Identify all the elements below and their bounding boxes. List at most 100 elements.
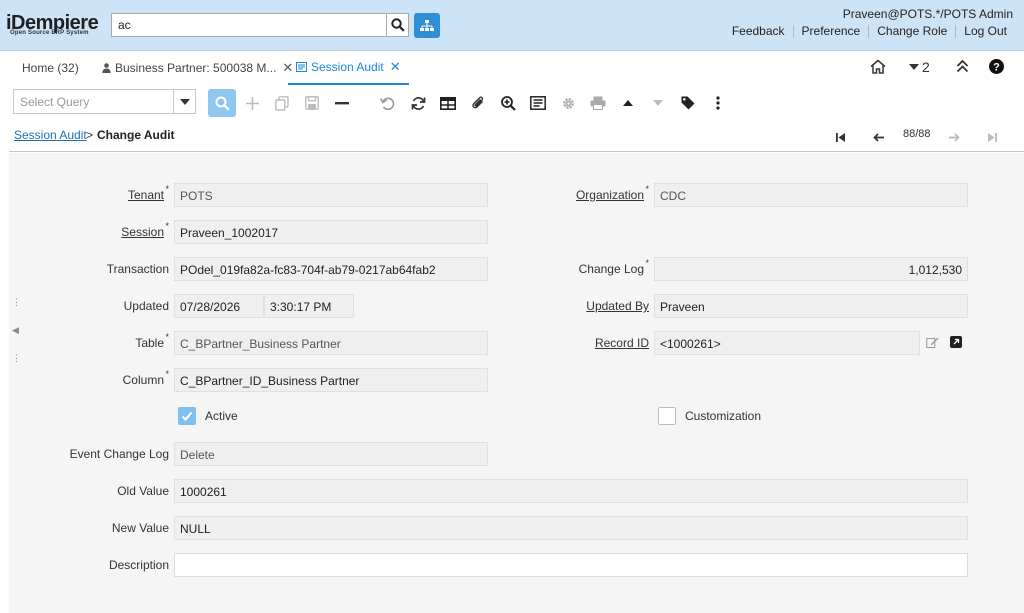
old-value-field[interactable]: 1000261 [174, 479, 968, 503]
collapse-header-button[interactable] [956, 59, 969, 73]
caret-down-icon [653, 100, 663, 106]
event-change-log-field[interactable]: Delete [174, 442, 488, 466]
change-log-field[interactable]: 1,012,530 [654, 257, 968, 281]
session-label: Session * [121, 221, 169, 239]
refresh-button[interactable] [404, 89, 432, 117]
undo-icon [379, 97, 394, 110]
next-record-button[interactable] [644, 89, 672, 117]
find-button[interactable] [208, 89, 236, 117]
updated-by-field[interactable]: Praveen [654, 294, 968, 318]
copy-icon [275, 95, 289, 111]
last-page-icon [987, 132, 997, 142]
window-count: 2 [922, 59, 930, 75]
description-field[interactable] [174, 553, 968, 577]
gear-icon [562, 97, 574, 109]
window-tab-bar: Home (32) Business Partner: 500038 M... … [0, 51, 1024, 85]
caret-down-icon [909, 64, 919, 70]
menu-tree-button[interactable] [414, 13, 440, 38]
search-icon [215, 96, 230, 111]
last-record-button[interactable] [982, 128, 1002, 146]
tab-session-audit[interactable]: Session Audit ✕ [288, 51, 409, 85]
updated-time-field[interactable]: 3:30:17 PM [264, 294, 354, 318]
grid-icon [440, 96, 456, 110]
record-edit-button[interactable] [926, 336, 940, 350]
caret-down-icon [179, 98, 190, 105]
collapse-west-handle[interactable]: ◀ [12, 325, 19, 336]
record-id-field[interactable]: <1000261> [654, 331, 920, 355]
record-count: 88/88 [903, 128, 931, 140]
next-button[interactable] [944, 128, 964, 146]
zoom-across-button[interactable] [494, 89, 522, 117]
preference-link[interactable]: Preference [792, 25, 869, 38]
toggle-grid-button[interactable] [434, 89, 462, 117]
updated-date-field[interactable]: 07/28/2026 [174, 294, 264, 318]
updated-by-label: Updated By [586, 299, 649, 313]
change-role-link[interactable]: Change Role [868, 25, 955, 38]
caret-up-icon [623, 100, 633, 106]
breadcrumb-separator: > [86, 128, 94, 142]
arrow-left-icon [872, 132, 884, 142]
column-field[interactable]: C_BPartner_ID_Business Partner [174, 368, 488, 392]
event-change-log-label: Event Change Log [69, 447, 169, 461]
splitter-handle[interactable]: ⋮ [12, 297, 21, 308]
query-dropdown-button[interactable] [174, 89, 196, 114]
tab-label: Home (32) [22, 61, 79, 75]
help-icon: ? [989, 59, 1004, 74]
transaction-label: Transaction [106, 262, 169, 276]
previous-record-button[interactable] [614, 89, 642, 117]
open-external-icon [950, 336, 962, 348]
window-list-dropdown[interactable]: 2 [909, 59, 930, 75]
new-record-button[interactable] [238, 89, 266, 117]
report-button[interactable] [524, 89, 552, 117]
copy-record-button[interactable] [268, 89, 296, 117]
table-field[interactable]: C_BPartner_Business Partner [174, 331, 488, 355]
kebab-menu-icon [716, 96, 720, 110]
home-button[interactable] [870, 59, 886, 74]
logout-link[interactable]: Log Out [955, 25, 1015, 38]
double-chevron-up-icon [956, 59, 969, 73]
tab-business-partner[interactable]: Business Partner: 500038 M... ✕ [102, 51, 293, 85]
active-checkbox[interactable] [178, 407, 196, 425]
previous-button[interactable] [868, 128, 888, 146]
header-links: Feedback Preference Change Role Log Out [724, 25, 1015, 38]
record-id-label: Record ID [594, 336, 649, 350]
change-log-label: Change Log * [578, 258, 649, 276]
tags-button[interactable] [674, 89, 702, 117]
updated-label: Updated [123, 299, 169, 313]
session-field[interactable]: Praveen_1002017 [174, 220, 488, 244]
undo-button[interactable] [373, 89, 401, 117]
transaction-field[interactable]: POdel_019fa82a-fc83-704f-ab79-0217ab64fa… [174, 257, 488, 281]
new-value-field[interactable]: NULL [174, 516, 968, 540]
process-button[interactable] [554, 89, 582, 117]
window-icon [296, 62, 307, 72]
save-icon [305, 96, 319, 110]
record-zoom-button[interactable] [950, 336, 964, 350]
home-icon [870, 59, 886, 74]
zoom-in-icon [500, 95, 516, 111]
print-button[interactable] [584, 89, 612, 117]
help-button[interactable]: ? [989, 59, 1004, 74]
close-icon[interactable]: ✕ [390, 59, 401, 75]
organization-field[interactable]: CDC [654, 183, 968, 207]
search-button[interactable] [387, 13, 409, 37]
customization-checkbox[interactable] [658, 407, 676, 425]
global-search-input[interactable]: ac [111, 13, 387, 37]
attachment-button[interactable] [464, 89, 492, 117]
save-button[interactable] [298, 89, 326, 117]
description-label: Description [108, 558, 169, 572]
logo-subtitle: Open Source ERP System [10, 30, 89, 36]
idempiere-logo[interactable]: iDempiere Open Source ERP System [6, 13, 108, 39]
splitter-handle[interactable]: ⋮ [12, 353, 21, 364]
feedback-link[interactable]: Feedback [724, 25, 793, 38]
tenant-field[interactable]: POTS [174, 183, 488, 207]
select-query-field[interactable]: Select Query [13, 89, 174, 114]
breadcrumb-current: Change Audit [97, 128, 175, 142]
tab-home[interactable]: Home (32) [22, 51, 79, 85]
first-record-button[interactable] [830, 128, 850, 146]
refresh-icon [411, 96, 425, 110]
arrow-right-icon [948, 132, 960, 142]
plus-icon [245, 96, 259, 110]
breadcrumb-parent-link[interactable]: Session Audit [14, 128, 87, 142]
more-options-button[interactable] [704, 89, 732, 117]
delete-record-button[interactable] [328, 89, 356, 117]
